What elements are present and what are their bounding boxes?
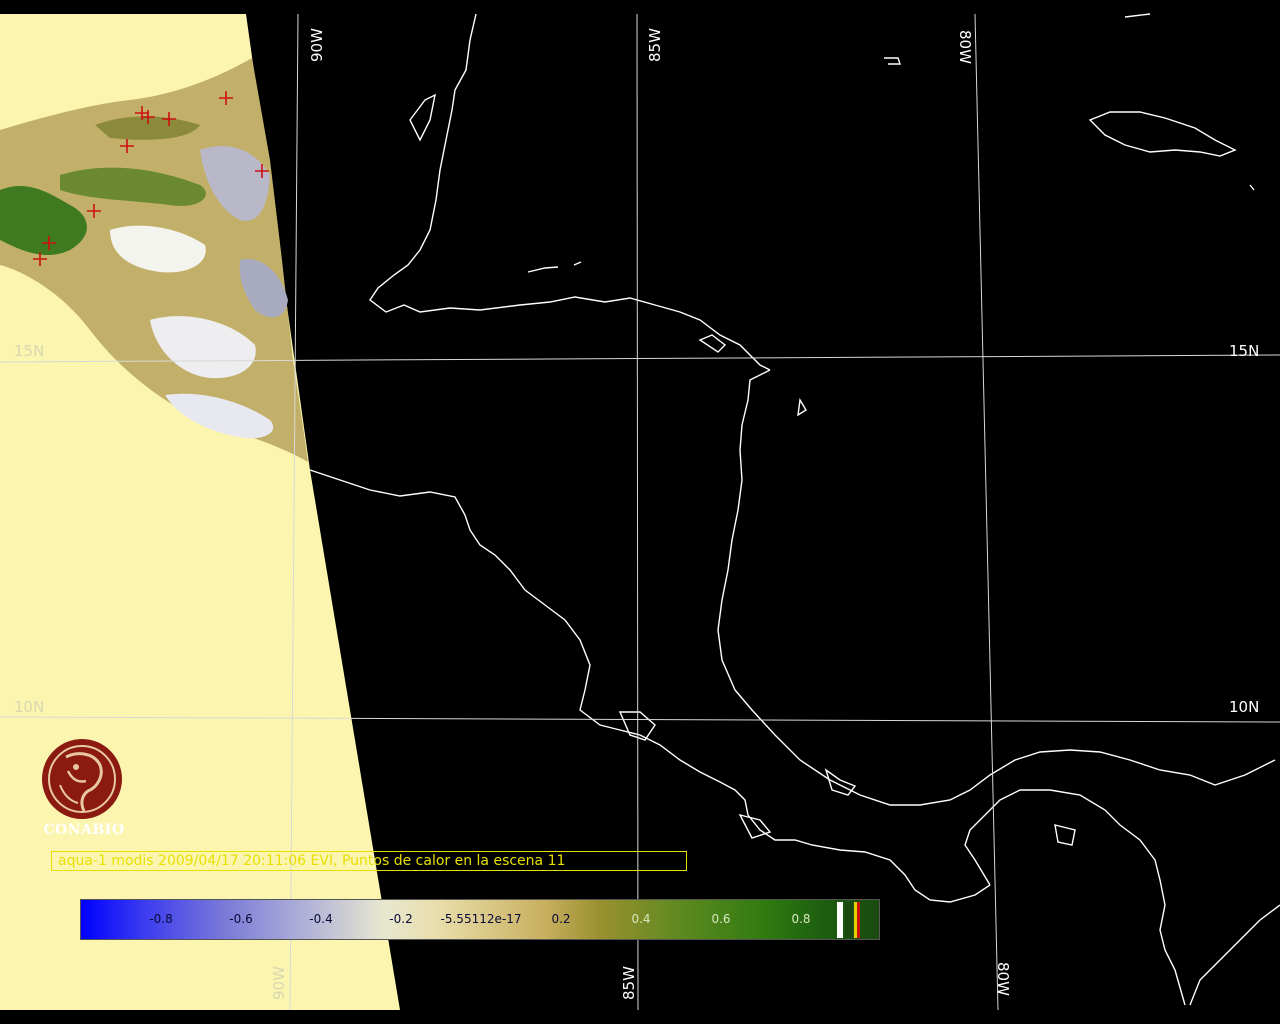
colorbar-swatch-white xyxy=(837,902,843,938)
lon-label-top-85w: 85W xyxy=(646,28,664,62)
colorbar-tick: -0.8 xyxy=(149,912,173,926)
colorbar-swatch-green xyxy=(845,902,853,938)
lon-label-top-90w: 90W xyxy=(308,28,326,62)
lon-label-bottom-85w: 85W xyxy=(620,966,638,1000)
lat-label-left-10n: 10N xyxy=(14,698,44,716)
colorbar-tick: -0.2 xyxy=(389,912,413,926)
colorbar-tick: 0.8 xyxy=(791,912,811,926)
lat-label-left-15n: 15N xyxy=(14,342,44,360)
colorbar-tick: 0.6 xyxy=(711,912,731,926)
colorbar-swatch-red xyxy=(857,902,860,938)
lat-label-right-15n: 15N xyxy=(1229,342,1259,360)
evi-colorbar: -0.8 -0.6 -0.4 -0.2 -5.55112e-17 0.2 0.4… xyxy=(80,899,880,940)
colorbar-tick: -0.6 xyxy=(229,912,253,926)
lon-label-bottom-80w: 80W xyxy=(994,962,1012,996)
lat-label-right-10n: 10N xyxy=(1229,698,1259,716)
scene-caption: aqua-1 modis 2009/04/17 20:11:06 EVI, Pu… xyxy=(51,851,687,871)
conabio-logo-text: CONABIO xyxy=(43,822,125,838)
colorbar-tick: 0.4 xyxy=(631,912,651,926)
lon-label-top-80w: 80W xyxy=(956,30,974,64)
colorbar-tick: -5.55112e-17 xyxy=(440,912,522,926)
colorbar-tick: 0.2 xyxy=(551,912,571,926)
colorbar-tick: -0.4 xyxy=(309,912,333,926)
lon-label-bottom-90w: 90W xyxy=(270,966,288,1000)
